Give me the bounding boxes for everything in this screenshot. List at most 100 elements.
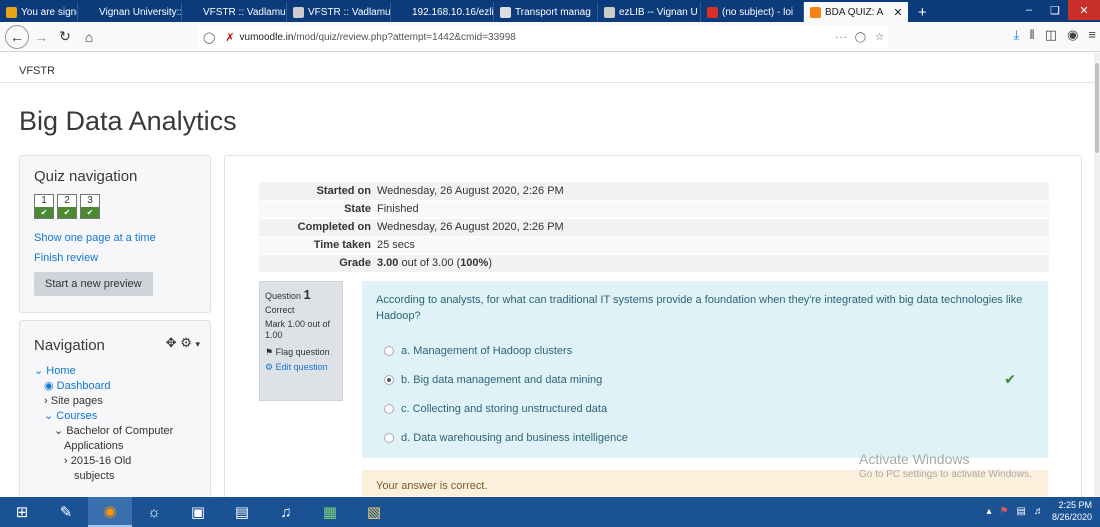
nav-tree-item[interactable]: subjects [34, 469, 173, 484]
bookmark-star-icon[interactable]: ☆ [875, 32, 884, 43]
chevron-down-icon: ⌄ [44, 410, 57, 422]
answer-option[interactable]: a. Management of Hadoop clusters [376, 336, 1034, 365]
home-button[interactable]: ⌂ [77, 25, 101, 49]
browser-tab[interactable]: You are signed in [0, 2, 78, 22]
taskbar-app-excel[interactable]: ▦ [308, 497, 352, 527]
show-one-page-link[interactable]: Show one page at a time [34, 232, 156, 244]
browser-tab[interactable]: 192.168.10.16/ezlib_c [391, 2, 494, 22]
close-tab-icon[interactable]: ✕ [893, 6, 902, 19]
quiz-nav-button[interactable]: 3 ✔ [80, 194, 100, 219]
taskbar-app-paint[interactable]: ✎ [44, 497, 88, 527]
radio-button[interactable] [384, 374, 394, 385]
site-brand[interactable]: VFSTR [19, 65, 55, 77]
tab-label: (no subject) - loi [722, 6, 794, 18]
nav-tree-item[interactable]: › 2015-16 Old [34, 454, 173, 469]
nav-tree-item[interactable]: ◉ Dashboard [34, 379, 173, 394]
taskbar-app-firefox[interactable]: ◉ [88, 497, 132, 527]
activate-windows-watermark: Activate Windows Go to PC settings to ac… [859, 451, 1032, 480]
spreadsheet-icon: ▦ [322, 504, 338, 521]
flag-icon[interactable]: ⚑ [1000, 506, 1009, 517]
move-icon[interactable]: ✥ [166, 335, 177, 350]
back-button[interactable]: ← [5, 24, 29, 49]
watermark-title: Activate Windows [859, 451, 970, 467]
grade-percent: 100% [460, 257, 489, 269]
tab-label: 192.168.10.16/ezlib_c [412, 6, 494, 18]
reload-button[interactable]: ↻ [53, 25, 77, 49]
nav-tree-item[interactable]: Applications [34, 439, 173, 454]
menu-icon[interactable]: ≡ [1088, 27, 1096, 43]
forward-button[interactable]: → [29, 25, 53, 49]
browser-tab[interactable]: VFSTR :: Vadlamu [287, 2, 391, 22]
favicon-icon [84, 6, 95, 18]
summary-row: State Finished [259, 200, 1049, 219]
navigation-tree: ⌄ Home ◉ Dashboard › Site pages ⌄ Courses ⌄ … [34, 364, 173, 484]
quiz-nav-buttons: 1 ✔ 2 ✔ 3 ✔ [34, 194, 103, 219]
flag-question-toggle[interactable]: ⚑ Flag question [265, 347, 337, 358]
summary-value: Finished [377, 200, 1049, 219]
browser-tab[interactable]: ezLIB -- Vignan U [598, 2, 701, 22]
nav-tree-item[interactable]: ⌄ Home [34, 364, 173, 379]
chevron-down-icon: ⌄ [54, 425, 67, 437]
radio-button[interactable] [384, 432, 394, 443]
nav-tree-item[interactable]: › Site pages [34, 394, 173, 409]
library-icon[interactable]: ‖ [1029, 27, 1034, 43]
nav-tree-label: 2015-16 Old [70, 455, 132, 467]
browser-tab[interactable]: BDA QUIZ: A ✕ [804, 2, 908, 22]
page-title: Big Data Analytics [19, 106, 237, 136]
start-button[interactable]: ⊞ [0, 497, 44, 527]
check-icon: ✔ [35, 207, 53, 218]
finish-review-link[interactable]: Finish review [34, 252, 98, 264]
grade-score: 3.00 [377, 257, 399, 269]
answer-option[interactable]: d. Data warehousing and business intelli… [376, 423, 1034, 452]
taskbar-app-media[interactable]: ♫ [264, 497, 308, 527]
taskbar-clock[interactable]: 2:25 PM 8/26/2020 [1052, 499, 1092, 523]
browser-tab[interactable]: VFSTR :: Vadlamudi [182, 2, 287, 22]
media-icon: ♫ [280, 503, 292, 521]
page-scrollbar[interactable] [1094, 53, 1100, 497]
taskbar-app-network[interactable]: ▤ [220, 497, 264, 527]
taskbar-app-files[interactable]: ▧ [352, 497, 396, 527]
browser-toolbar: ← → ↻ ⌂ ◯ ✗ vumoodle.in/mod/quiz/review.… [0, 22, 1100, 52]
account-icon[interactable]: ◉ [1067, 27, 1078, 43]
radio-button[interactable] [384, 403, 394, 414]
maximize-button[interactable]: ❑ [1042, 0, 1068, 20]
network-status-icon[interactable]: ▤ [1017, 506, 1026, 517]
summary-row: Time taken 25 secs [259, 236, 1049, 255]
answer-option[interactable]: b. Big data management and data mining ✔ [376, 365, 1034, 394]
nav-tree-label: subjects [74, 470, 115, 482]
check-icon: ✔ [58, 207, 76, 218]
browser-tab[interactable]: (no subject) - loi [701, 2, 804, 22]
shield-icon: ◯ [203, 31, 216, 44]
scrollbar-thumb[interactable] [1095, 63, 1099, 153]
correct-check-icon: ✔ [1004, 371, 1016, 387]
close-window-button[interactable]: ✕ [1068, 0, 1100, 20]
pocket-icon[interactable]: ◯ [855, 32, 866, 43]
browser-tab[interactable]: Transport manag [494, 2, 598, 22]
taskbar-app-explorer[interactable]: ▣ [176, 497, 220, 527]
browser-tab[interactable]: Vignan University::Va [78, 2, 182, 22]
address-bar[interactable]: ◯ ✗ vumoodle.in/mod/quiz/review.php?atte… [198, 26, 888, 48]
home-icon: ⌂ [84, 28, 94, 45]
network-icon: ▤ [234, 504, 250, 521]
volume-icon[interactable]: ♬ [1034, 506, 1044, 517]
nav-tree-item[interactable]: ⌄ Courses [34, 409, 173, 424]
chevron-right-icon: › [64, 455, 71, 467]
new-tab-button[interactable]: + [908, 2, 937, 22]
taskbar-app-ie[interactable]: ☼ [132, 497, 176, 527]
show-hidden-icons[interactable]: ▴ [987, 506, 992, 517]
chevron-down-icon[interactable]: ▾ [195, 339, 200, 349]
radio-button[interactable] [384, 345, 394, 356]
block-controls[interactable]: ✥ ⚙ ▾ [166, 335, 200, 351]
edit-question-link[interactable]: ⚙ Edit question [265, 362, 337, 373]
start-new-preview-button[interactable]: Start a new preview [34, 272, 153, 296]
quiz-nav-button[interactable]: 2 ✔ [57, 194, 77, 219]
minimize-button[interactable]: – [1016, 0, 1042, 20]
gear-icon[interactable]: ⚙ [180, 335, 192, 350]
nav-tree-item[interactable]: ⌄ Bachelor of Computer [34, 424, 173, 439]
quiz-nav-button[interactable]: 1 ✔ [34, 194, 54, 219]
nav-tree-label: Site pages [50, 395, 103, 407]
answer-option[interactable]: c. Collecting and storing unstructured d… [376, 394, 1034, 423]
page-actions-icon[interactable]: ··· [835, 32, 848, 43]
sidebar-icon[interactable]: ◫ [1045, 27, 1057, 43]
download-icon[interactable]: ⤓ [1014, 27, 1020, 43]
